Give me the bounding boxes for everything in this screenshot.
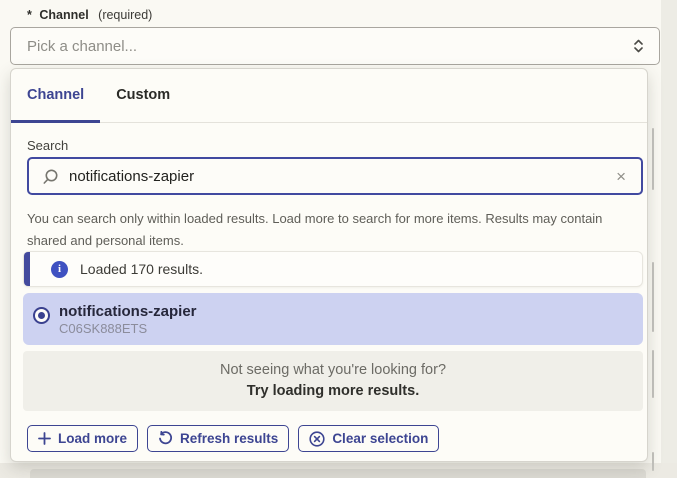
clear-search-icon[interactable]: × — [613, 166, 629, 187]
field-label: * Channel (required) — [27, 8, 152, 22]
info-banner-text: Loaded 170 results. — [80, 261, 203, 277]
hint-question: Not seeing what you're looking for? — [23, 360, 643, 381]
search-value: notifications-zapier — [69, 168, 613, 185]
page-background-right — [661, 0, 677, 478]
channel-dropdown-panel: Channel Custom Search notifications-zapi… — [10, 68, 648, 462]
refresh-results-button[interactable]: Refresh results — [147, 425, 289, 452]
required-note: (required) — [98, 8, 152, 22]
refresh-icon — [158, 431, 173, 446]
field-label-text: Channel — [39, 8, 88, 22]
load-more-label: Load more — [58, 431, 127, 446]
info-icon: i — [51, 261, 68, 278]
tab-channel[interactable]: Channel — [11, 69, 100, 123]
underlying-field-edge — [652, 452, 654, 471]
select-placeholder: Pick a channel... — [27, 38, 632, 55]
search-input[interactable]: notifications-zapier × — [27, 157, 643, 195]
search-label: Search — [27, 138, 68, 153]
plus-icon — [38, 432, 51, 445]
underlying-section-edge — [30, 469, 646, 478]
clear-selection-label: Clear selection — [332, 431, 428, 446]
radio-selected-icon[interactable] — [33, 307, 50, 324]
underlying-field-edge — [652, 350, 654, 398]
info-banner: i Loaded 170 results. — [23, 251, 643, 287]
hint-suggestion: Try loading more results. — [23, 381, 643, 402]
empty-hint-box: Not seeing what you're looking for? Try … — [23, 351, 643, 411]
tab-bar: Channel Custom — [11, 69, 647, 123]
load-more-button[interactable]: Load more — [27, 425, 138, 452]
chevron-up-down-icon — [632, 37, 645, 55]
required-asterisk: * — [27, 8, 32, 22]
refresh-results-label: Refresh results — [180, 431, 278, 446]
tab-custom[interactable]: Custom — [100, 69, 186, 123]
search-help-text: You can search only within loaded result… — [27, 208, 645, 252]
channel-select[interactable]: Pick a channel... — [10, 27, 660, 65]
clear-selection-button[interactable]: Clear selection — [298, 425, 439, 452]
result-id: C06SK888ETS — [59, 321, 197, 336]
underlying-field-edge — [652, 128, 654, 190]
result-row-notifications-zapier[interactable]: notifications-zapier C06SK888ETS — [23, 293, 643, 345]
info-banner-stripe — [24, 252, 30, 286]
underlying-field-edge — [652, 262, 654, 332]
search-icon — [42, 168, 59, 185]
clear-circle-icon — [309, 431, 325, 447]
result-title: notifications-zapier — [59, 303, 197, 320]
action-buttons: Load more Refresh results Clear selectio… — [27, 425, 439, 452]
